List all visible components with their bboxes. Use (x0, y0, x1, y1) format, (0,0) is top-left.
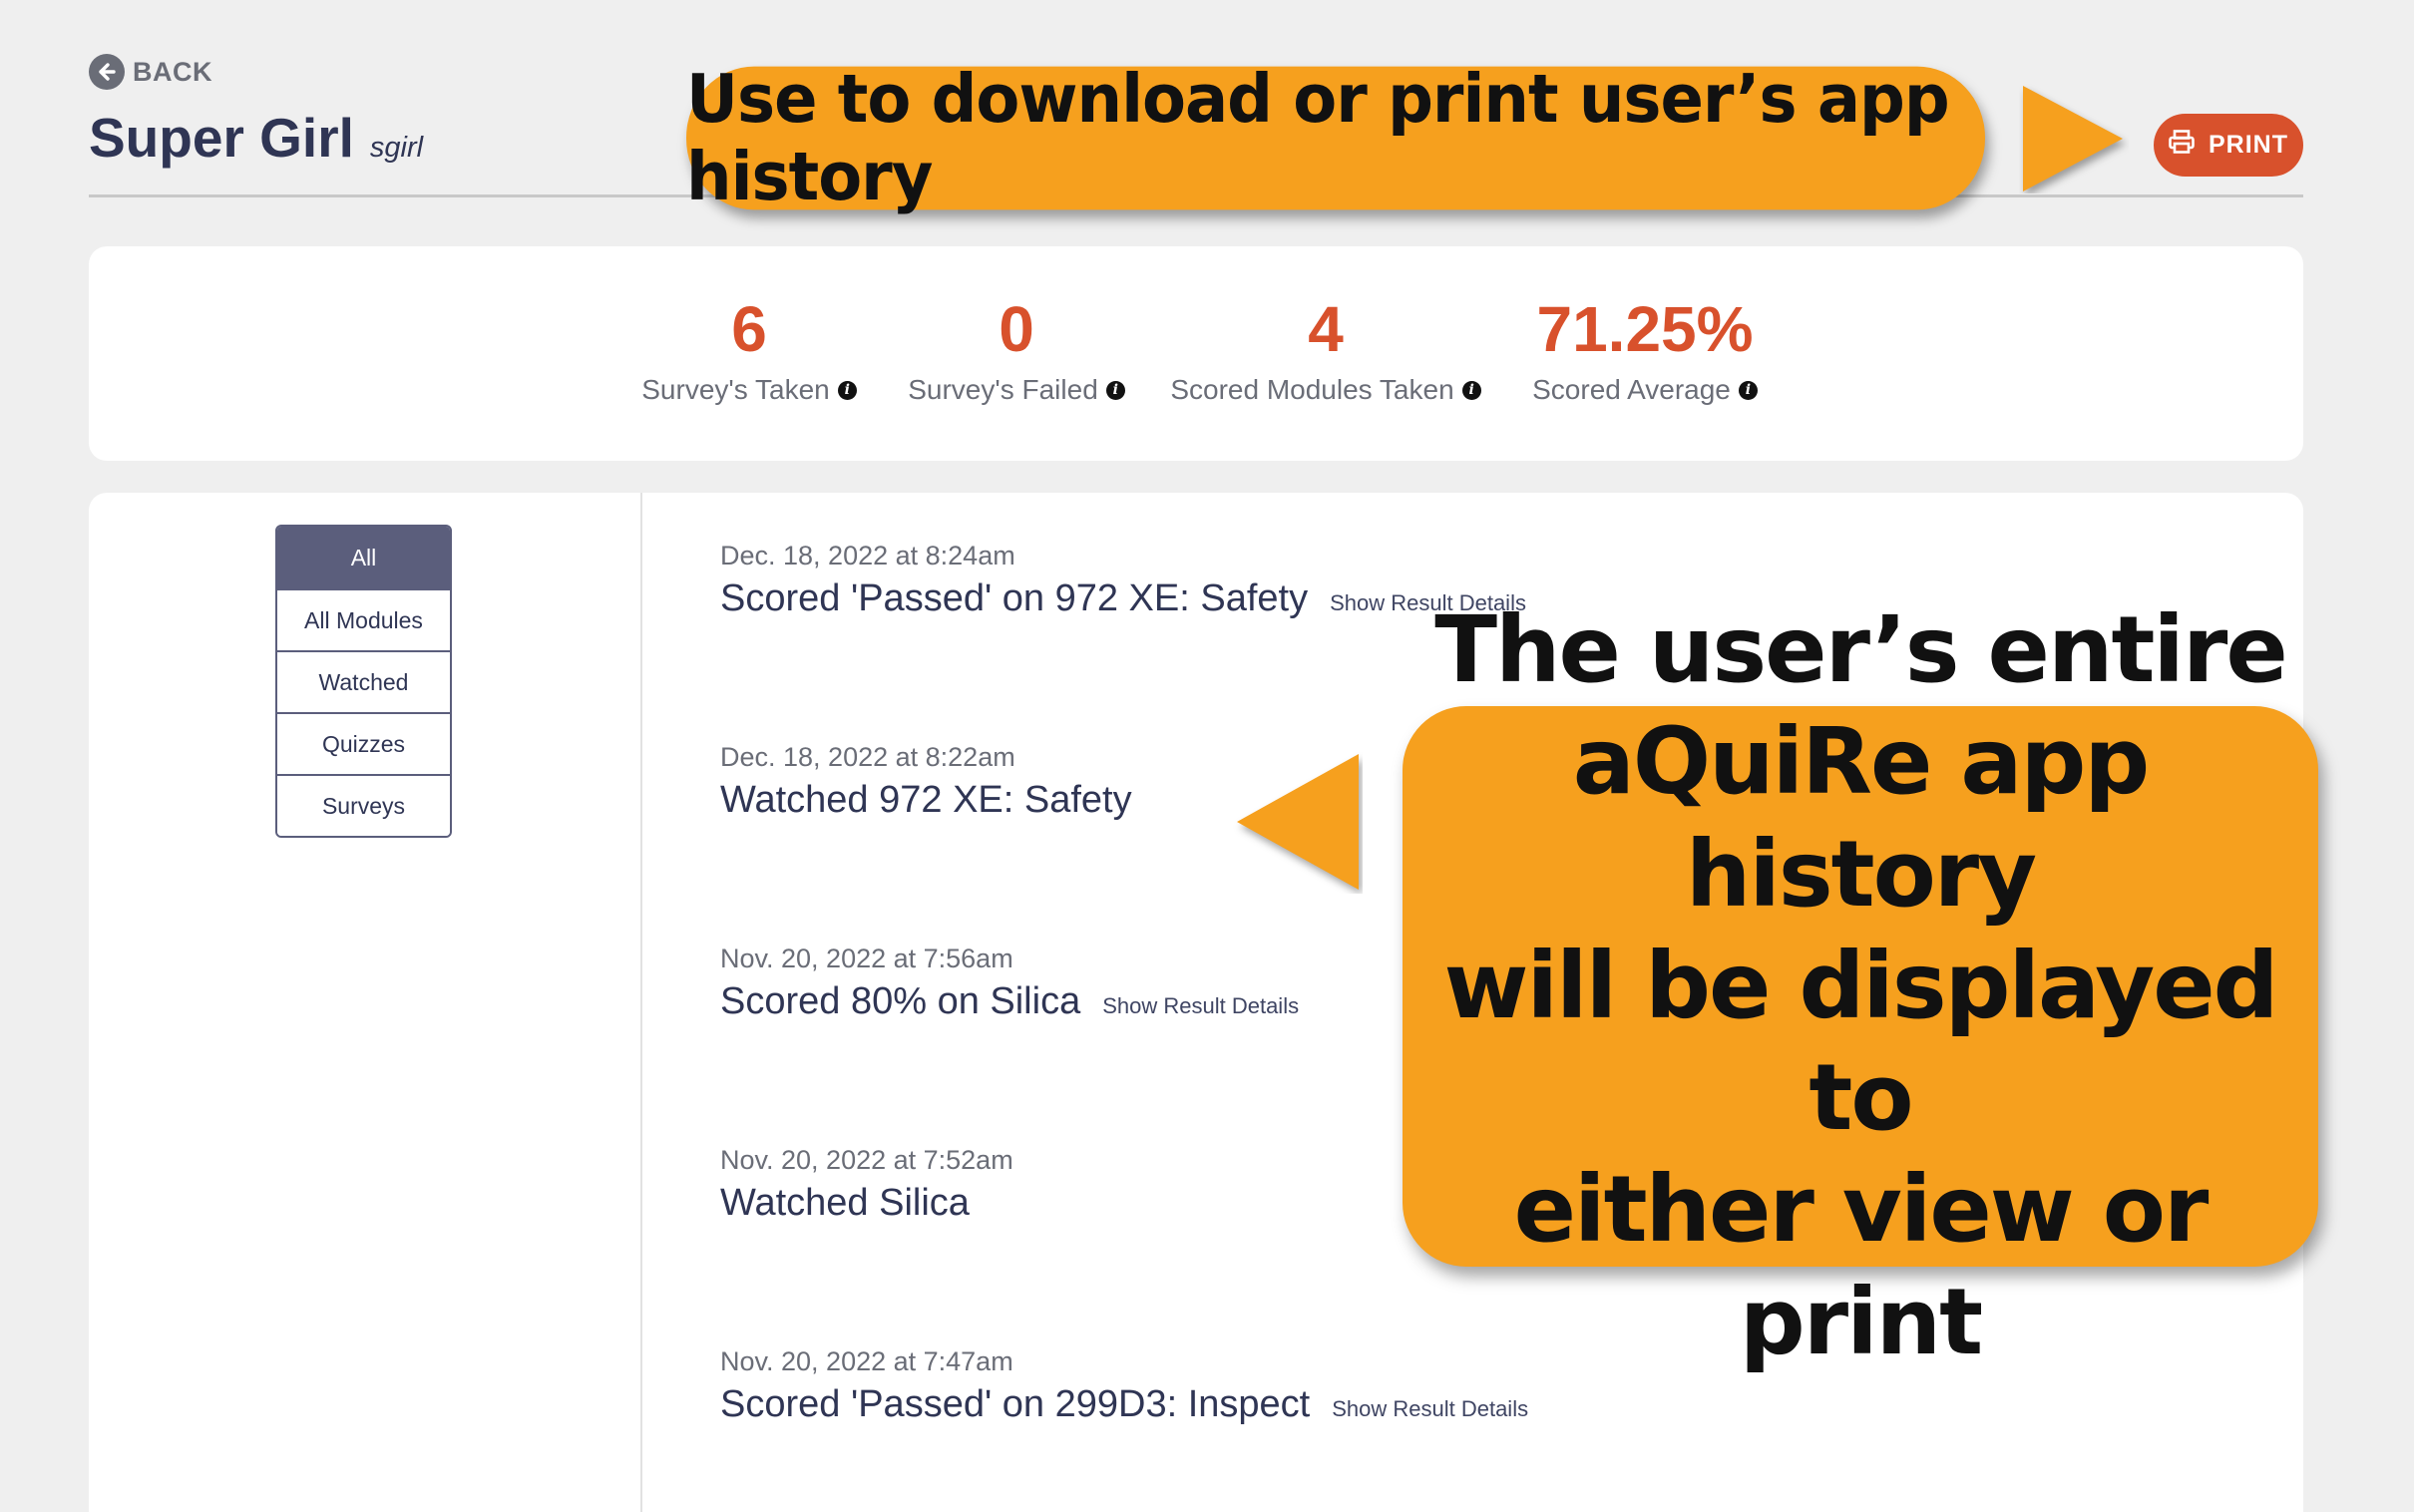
show-result-details-link[interactable]: Show Result Details (1102, 993, 1299, 1019)
filter-quizzes[interactable]: Quizzes (277, 712, 450, 774)
back-label: BACK (133, 56, 212, 87)
stat-value: 6 (731, 293, 767, 365)
arrow-left-circle-icon (89, 54, 125, 90)
stat-label: Survey's Failed (908, 374, 1098, 406)
stat-scored-average: 71.25% Scored Average i (1525, 294, 1765, 406)
page-title: Super Girl sgirl (89, 106, 423, 170)
user-name: Super Girl (89, 107, 354, 169)
history-description: Scored 80% on Silica (720, 980, 1081, 1022)
stat-value: 71.25% (1536, 293, 1754, 365)
filter-all[interactable]: All (277, 527, 450, 588)
callout-line: either view or print (1513, 1156, 2210, 1375)
history-date: Nov. 20, 2022 at 7:52am (720, 1145, 1013, 1175)
history-description: Watched Silica (720, 1182, 970, 1224)
stat-value: 0 (999, 293, 1034, 365)
sidebar-divider (640, 493, 642, 1512)
filter-all-modules[interactable]: All Modules (277, 588, 450, 650)
callout-line: will be displayed to (1443, 932, 2279, 1152)
print-callout: Use to download or print user’s app hist… (686, 61, 1985, 215)
history-description: Watched 972 XE: Safety (720, 779, 1132, 821)
stat-label: Survey's Taken (641, 374, 830, 406)
history-item: Dec. 18, 2022 at 8:22am Watched 972 XE: … (720, 742, 1132, 822)
info-icon[interactable]: i (1105, 380, 1125, 400)
history-item: Nov. 20, 2022 at 7:56am Scored 80% on Si… (720, 944, 1299, 1023)
print-button[interactable]: PRINT (2154, 114, 2303, 177)
filter-watched[interactable]: Watched (277, 650, 450, 712)
user-handle: sgirl (369, 132, 424, 164)
info-icon[interactable]: i (1461, 380, 1481, 400)
history-callout: The user’s entire aQuiRe app history wil… (1403, 596, 2318, 1375)
info-icon[interactable]: i (1738, 380, 1758, 400)
printer-icon (2169, 130, 2195, 161)
info-icon[interactable]: i (837, 380, 857, 400)
callout-line: The user’s entire (1434, 596, 2287, 704)
print-label: PRINT (2209, 131, 2288, 159)
history-date: Dec. 18, 2022 at 8:24am (720, 541, 1015, 570)
history-date: Dec. 18, 2022 at 8:22am (720, 742, 1015, 772)
stat-label: Scored Average (1532, 374, 1731, 406)
stat-label: Scored Modules Taken (1170, 374, 1454, 406)
stats-card: 6 Survey's Taken i 0 Survey's Failed i 4 S… (89, 246, 2303, 461)
history-item: Nov. 20, 2022 at 7:52am Watched Silica (720, 1145, 1013, 1225)
history-item: Dec. 18, 2022 at 8:24am Scored 'Passed' … (720, 541, 1526, 620)
callout-arrow-left-icon (1237, 754, 1359, 890)
stat-value: 4 (1308, 293, 1344, 365)
history-description: Scored 'Passed' on 972 XE: Safety (720, 577, 1309, 619)
stat-surveys-failed: 0 Survey's Failed i (902, 294, 1131, 406)
filter-surveys[interactable]: Surveys (277, 774, 450, 836)
show-result-details-link[interactable]: Show Result Details (1332, 1396, 1528, 1422)
history-description: Scored 'Passed' on 299D3: Inspect (720, 1383, 1311, 1425)
callout-arrow-right-icon (2023, 86, 2123, 191)
stat-scored-modules: 4 Scored Modules Taken i (1166, 294, 1485, 406)
callout-line: aQuiRe app history (1572, 708, 2150, 928)
stat-surveys-taken: 6 Survey's Taken i (639, 294, 859, 406)
history-date: Nov. 20, 2022 at 7:56am (720, 944, 1013, 973)
filter-menu: All All Modules Watched Quizzes Surveys (275, 525, 452, 838)
back-link[interactable]: BACK (89, 54, 212, 90)
